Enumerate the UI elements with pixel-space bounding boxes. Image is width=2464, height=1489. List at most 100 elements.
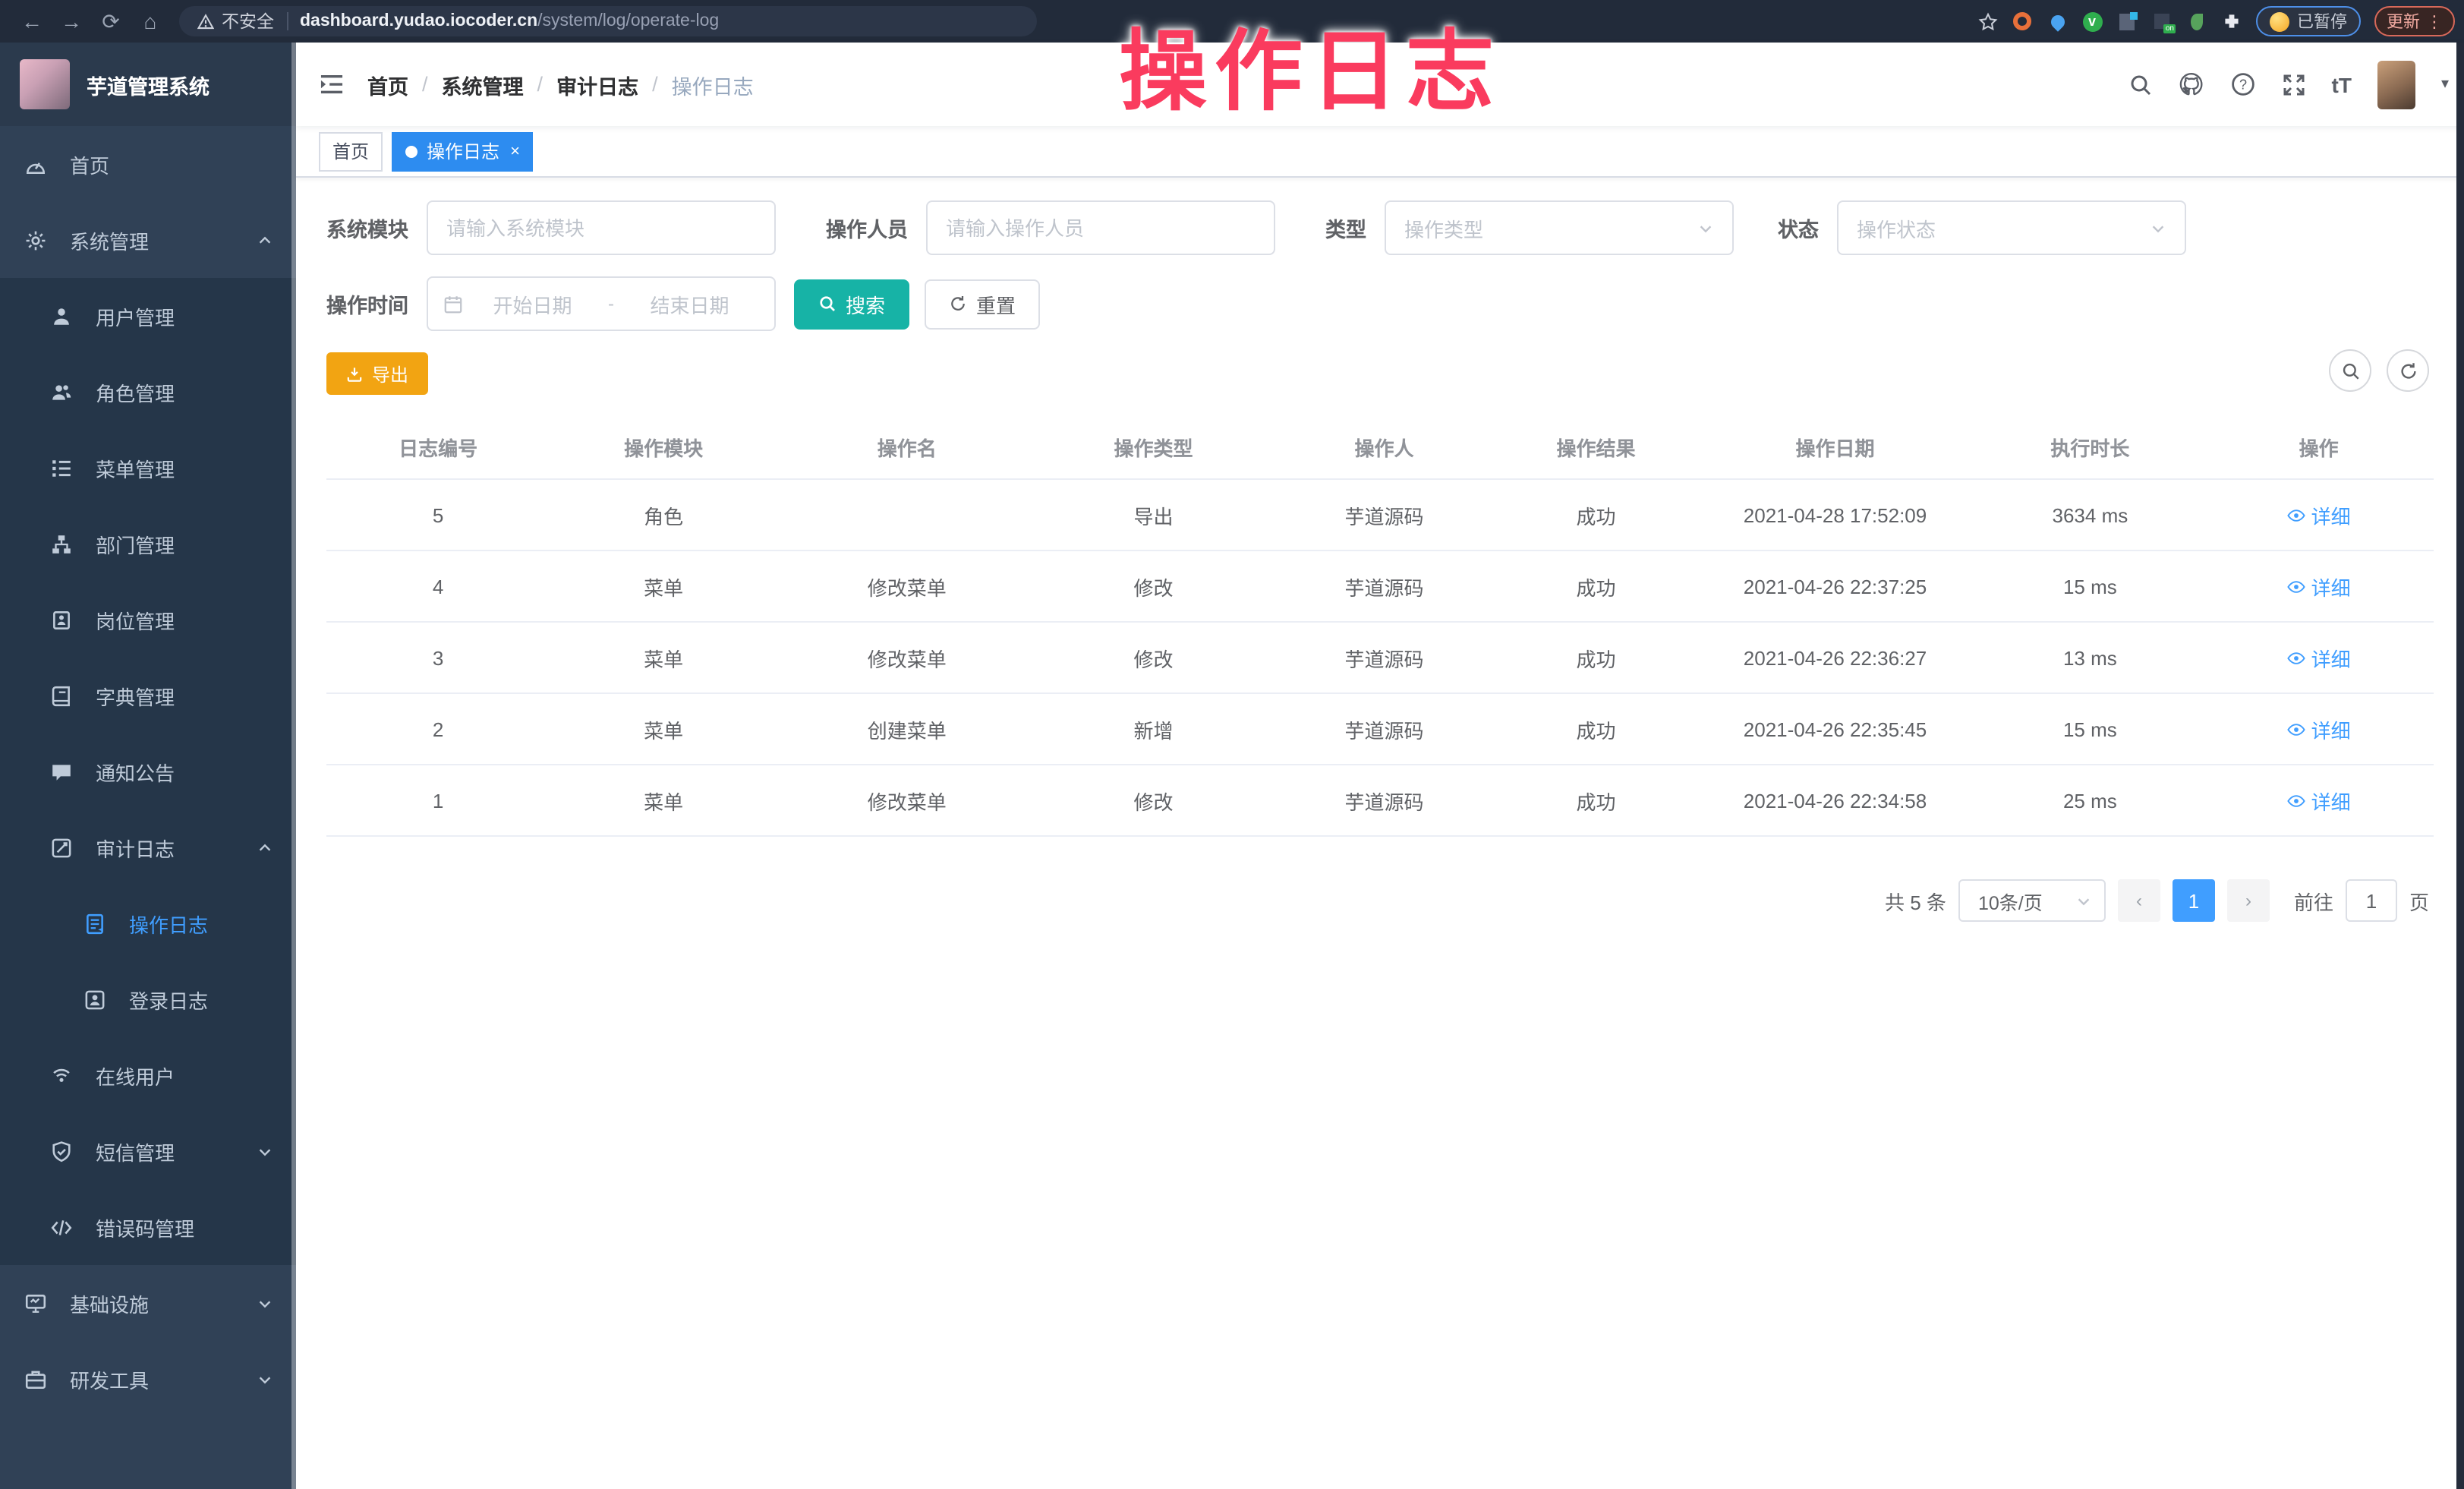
- export-button[interactable]: 导出: [326, 352, 428, 395]
- table-row[interactable]: 5 角色 导出 芋道源码 成功 2021-04-28 17:52:09 3634…: [326, 479, 2434, 550]
- chrome-menu-dots-icon[interactable]: ⋮: [2426, 11, 2443, 31]
- breadcrumb-home[interactable]: 首页: [367, 69, 408, 99]
- detail-link[interactable]: 详细: [2287, 643, 2351, 672]
- sidebar-item-label: 字典管理: [96, 681, 175, 710]
- table-row[interactable]: 4 菜单 修改菜单 修改 芋道源码 成功 2021-04-26 22:37:25…: [326, 550, 2434, 622]
- breadcrumb: 首页 / 系统管理 / 审计日志 / 操作日志: [367, 69, 754, 99]
- app-title: 芋道管理系统: [87, 69, 210, 99]
- user-avatar[interactable]: [2377, 60, 2415, 109]
- back-icon[interactable]: ←: [12, 9, 52, 33]
- app-logo-avatar: [20, 59, 70, 109]
- sidebar-item-infrastructure[interactable]: 基础设施: [0, 1265, 296, 1341]
- toggle-search-button[interactable]: [2329, 349, 2371, 392]
- chrome-update-button[interactable]: 更新 ⋮: [2374, 6, 2455, 36]
- sidebar-item-users[interactable]: 用户管理: [0, 278, 296, 354]
- extension-puzzle-icon[interactable]: [2221, 11, 2242, 32]
- search-button[interactable]: 搜索: [794, 279, 909, 329]
- badge-icon: [50, 608, 73, 631]
- detail-link[interactable]: 详细: [2287, 572, 2351, 601]
- operator-input[interactable]: [926, 200, 1275, 255]
- table-row[interactable]: 2 菜单 创建菜单 新增 芋道源码 成功 2021-04-26 22:35:45…: [326, 693, 2434, 765]
- page-size-select[interactable]: 10条/页: [1958, 879, 2106, 922]
- module-input[interactable]: [427, 200, 776, 255]
- refresh-table-button[interactable]: [2387, 349, 2429, 392]
- extension-on-badge-icon[interactable]: on: [2151, 11, 2173, 32]
- sidebar-item-departments[interactable]: 部门管理: [0, 506, 296, 582]
- not-secure-label[interactable]: 不安全: [222, 9, 274, 33]
- page-number-1[interactable]: 1: [2173, 879, 2215, 922]
- prev-page-button[interactable]: ‹: [2118, 879, 2160, 922]
- sidebar-collapse-icon[interactable]: [319, 73, 345, 96]
- date-range-picker[interactable]: 开始日期 - 结束日期: [427, 276, 776, 331]
- detail-link[interactable]: 详细: [2287, 715, 2351, 743]
- cell-duration: 15 ms: [1977, 550, 2204, 622]
- goto-page-input[interactable]: [2346, 879, 2397, 922]
- cell-duration: 25 ms: [1977, 765, 2204, 836]
- breadcrumb-system[interactable]: 系统管理: [442, 69, 524, 99]
- reload-icon[interactable]: ⟳: [91, 8, 131, 34]
- sidebar-item-operate-log[interactable]: 操作日志: [0, 885, 296, 961]
- sidebar-item-home[interactable]: 首页: [0, 126, 296, 202]
- online-users-icon: [50, 1064, 73, 1087]
- col-log-id: 日志编号: [326, 419, 550, 479]
- cell-operator: 芋道源码: [1271, 622, 1498, 693]
- paused-badge[interactable]: 已暂停: [2256, 6, 2361, 36]
- help-question-icon[interactable]: ?: [2230, 71, 2256, 97]
- tab-home[interactable]: 首页: [319, 131, 383, 171]
- sidebar-item-posts[interactable]: 岗位管理: [0, 582, 296, 658]
- sidebar-item-dict[interactable]: 字典管理: [0, 658, 296, 733]
- sidebar-logo-row[interactable]: 芋道管理系统: [0, 43, 296, 126]
- github-icon[interactable]: [2179, 71, 2204, 97]
- extension-pin-icon[interactable]: [2047, 11, 2068, 32]
- cell-log-id: 5: [326, 479, 550, 550]
- sidebar-item-menus[interactable]: 菜单管理: [0, 430, 296, 506]
- extension-cube-icon[interactable]: [2116, 11, 2138, 32]
- home-icon[interactable]: ⌂: [131, 9, 170, 33]
- goto-label: 前往: [2294, 886, 2333, 915]
- font-size-icon[interactable]: tT: [2332, 72, 2352, 96]
- url-host[interactable]: dashboard.yudao.iocoder.cn: [300, 12, 537, 30]
- table-row[interactable]: 3 菜单 修改菜单 修改 芋道源码 成功 2021-04-26 22:36:27…: [326, 622, 2434, 693]
- table-row[interactable]: 1 菜单 修改菜单 修改 芋道源码 成功 2021-04-26 22:34:58…: [326, 765, 2434, 836]
- sidebar-item-roles[interactable]: 角色管理: [0, 354, 296, 430]
- sidebar-item-dev-tools[interactable]: 研发工具: [0, 1341, 296, 1417]
- page-scrollbar[interactable]: [2456, 43, 2464, 1489]
- extension-leaf-icon[interactable]: [2186, 11, 2207, 32]
- status-select[interactable]: 操作状态: [1837, 200, 2186, 255]
- briefcase-icon: [24, 1368, 47, 1390]
- sidebar-item-notices[interactable]: 通知公告: [0, 733, 296, 809]
- url-path[interactable]: /system/log/operate-log: [537, 12, 719, 30]
- detail-link-label: 详细: [2311, 786, 2351, 815]
- reset-button[interactable]: 重置: [925, 279, 1040, 329]
- avatar-caret-down-icon[interactable]: ▾: [2441, 76, 2449, 93]
- sidebar-item-sms[interactable]: 短信管理: [0, 1113, 296, 1189]
- sidebar-item-online-users[interactable]: 在线用户: [0, 1037, 296, 1113]
- search-icon: [818, 295, 837, 313]
- sidebar-item-system[interactable]: 系统管理: [0, 202, 296, 278]
- tab-operate-log[interactable]: 操作日志 ×: [392, 131, 534, 171]
- next-page-button[interactable]: ›: [2227, 879, 2270, 922]
- breadcrumb-separator: /: [652, 73, 658, 96]
- extension-orange-icon[interactable]: [2012, 11, 2033, 32]
- forward-icon[interactable]: →: [52, 9, 91, 33]
- sidebar-item-error-codes[interactable]: 错误码管理: [0, 1189, 296, 1265]
- search-icon: [2340, 361, 2360, 380]
- eye-icon: [2287, 719, 2307, 739]
- table-header-row: 日志编号 操作模块 操作名 操作类型 操作人 操作结果 操作日期 执行时长 操作: [326, 419, 2434, 479]
- gear-icon: [24, 229, 47, 251]
- cell-operator: 芋道源码: [1271, 479, 1498, 550]
- detail-link[interactable]: 详细: [2287, 500, 2351, 529]
- sidebar-item-audit-log[interactable]: 审计日志: [0, 809, 296, 885]
- fullscreen-icon[interactable]: [2282, 72, 2306, 96]
- extension-green-v-icon[interactable]: v: [2081, 11, 2103, 32]
- breadcrumb-separator: /: [422, 73, 428, 96]
- tab-close-icon[interactable]: ×: [510, 142, 520, 160]
- address-bar[interactable]: 不安全 dashboard.yudao.iocoder.cn /system/l…: [179, 6, 1037, 36]
- detail-link[interactable]: 详细: [2287, 786, 2351, 815]
- header-search-icon[interactable]: [2128, 72, 2153, 96]
- bookmark-star-icon[interactable]: [1977, 11, 1998, 32]
- sidebar-item-login-log[interactable]: 登录日志: [0, 961, 296, 1037]
- cell-name: 创建菜单: [777, 693, 1036, 765]
- type-select[interactable]: 操作类型: [1385, 200, 1734, 255]
- breadcrumb-audit-log[interactable]: 审计日志: [556, 69, 638, 99]
